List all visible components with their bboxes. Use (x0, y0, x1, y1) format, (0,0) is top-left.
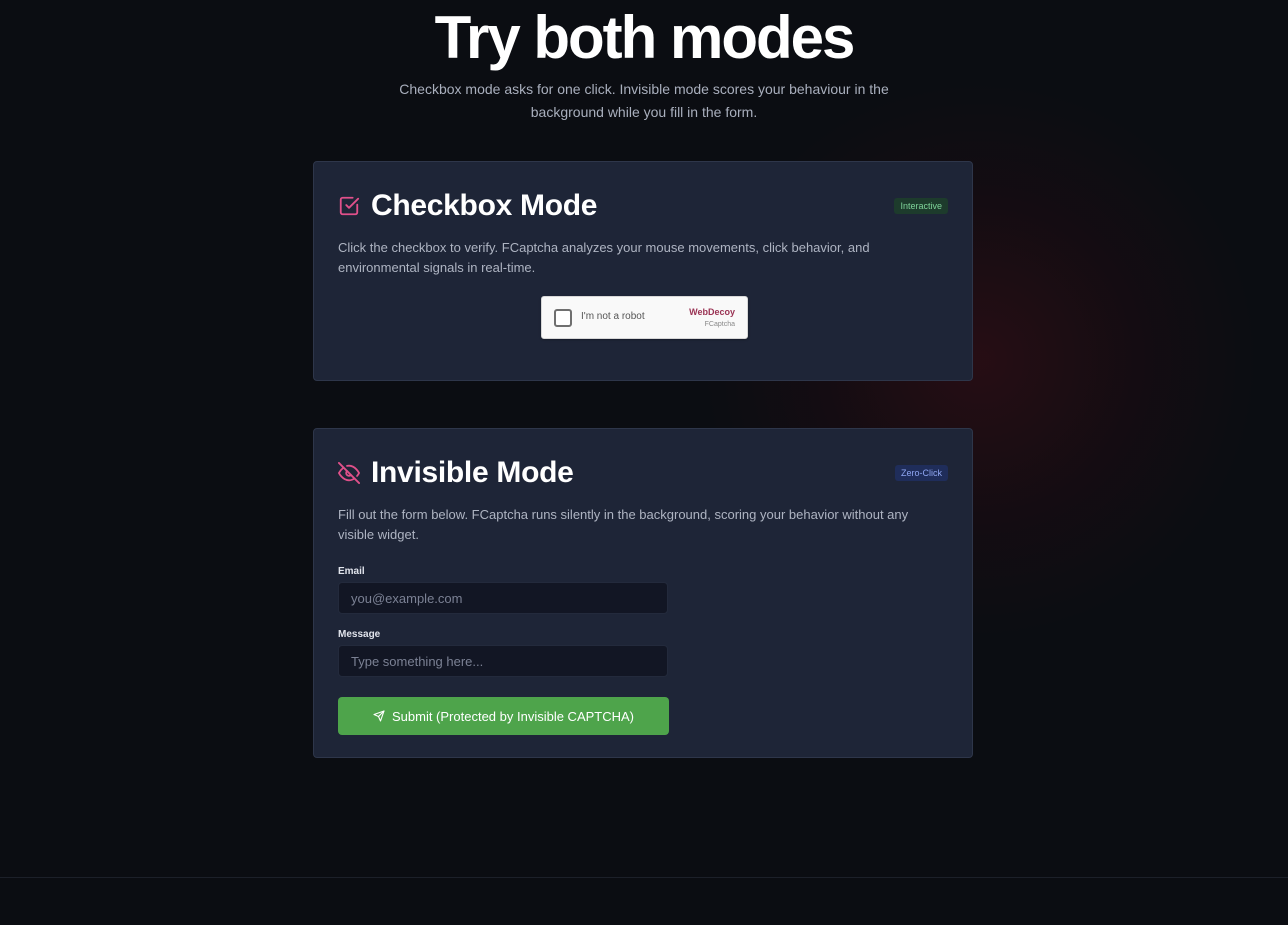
submit-button[interactable]: Submit (Protected by Invisible CAPTCHA) (338, 697, 669, 735)
captcha-label: I'm not a robot (581, 311, 645, 322)
captcha-widget[interactable]: I'm not a robot WebDecoy FCaptcha (541, 296, 748, 339)
invisible-mode-header: Invisible Mode Zero-Click (338, 453, 948, 493)
interactive-badge: Interactive (894, 198, 948, 214)
submit-label: Submit (Protected by Invisible CAPTCHA) (391, 708, 635, 724)
page-title: Try both modes (434, 4, 856, 71)
email-field[interactable] (338, 582, 668, 614)
invisible-mode-title: Invisible Mode (371, 456, 574, 489)
check-square-icon (338, 195, 360, 217)
checkbox-mode-card: Checkbox Mode Interactive Click the chec… (313, 161, 973, 381)
zero-click-badge: Zero-Click (894, 465, 948, 481)
invisible-mode-card: Invisible Mode Zero-Click Fill out the f… (313, 428, 973, 758)
message-label: Message (338, 629, 381, 640)
message-field[interactable] (338, 645, 668, 677)
invisible-mode-description: Fill out the form below. FCaptcha runs s… (338, 507, 909, 542)
checkbox-mode-description: Click the checkbox to verify. FCaptcha a… (338, 240, 870, 275)
captcha-checkbox[interactable] (554, 309, 572, 327)
captcha-sub-brand: FCaptcha (704, 321, 735, 328)
email-label: Email (338, 566, 365, 577)
captcha-brand: WebDecoy (689, 307, 735, 317)
page-subtitle: Checkbox mode asks for one click. Invisi… (399, 81, 889, 120)
eye-off-icon (338, 462, 360, 484)
footer-divider (0, 877, 1288, 878)
send-icon (373, 710, 385, 722)
checkbox-mode-header: Checkbox Mode Interactive (338, 186, 948, 226)
checkbox-mode-title: Checkbox Mode (371, 189, 598, 222)
